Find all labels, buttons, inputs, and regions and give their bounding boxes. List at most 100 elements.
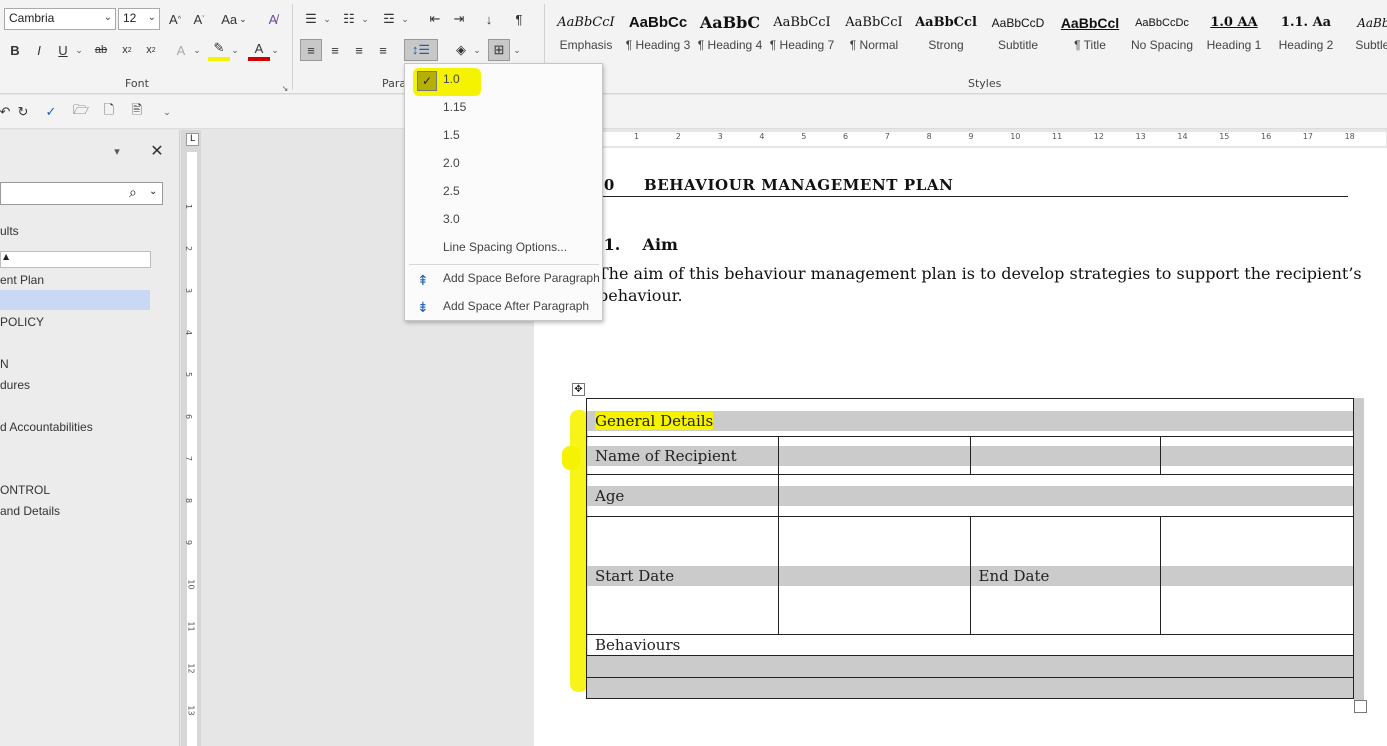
open-folder-icon[interactable]: 🗁: [70, 101, 92, 123]
chevron-down-icon[interactable]: ▾: [110, 140, 124, 162]
font-size-value: 12: [123, 11, 137, 25]
style-tile[interactable]: AaBbC Subtle E: [1342, 8, 1387, 58]
table-row[interactable]: Behaviours: [586, 634, 1354, 656]
text-effects-icon[interactable]: A: [170, 39, 192, 61]
decrease-indent-icon[interactable]: ⇤: [424, 8, 446, 30]
table-cell[interactable]: [1160, 516, 1354, 635]
chevron-down-icon[interactable]: ⌄: [104, 12, 112, 23]
superscript-button[interactable]: x2: [140, 39, 162, 61]
spelling-icon[interactable]: ✓: [40, 101, 62, 123]
chevron-down-icon[interactable]: ⌄: [230, 39, 240, 61]
table-row[interactable]: [586, 655, 1354, 678]
italic-button[interactable]: I: [28, 39, 50, 61]
search-input[interactable]: ⌕ ⌄: [0, 182, 163, 205]
close-icon[interactable]: ✕: [146, 140, 168, 162]
bold-button[interactable]: B: [4, 39, 26, 61]
table-row[interactable]: [586, 677, 1354, 699]
style-tile[interactable]: AaBbCc ¶ Heading 3: [622, 8, 694, 58]
nav-heading-item[interactable]: dures: [0, 378, 30, 392]
align-center-button[interactable]: ≡: [324, 39, 346, 61]
grow-font-button[interactable]: A ^: [164, 8, 186, 30]
strikethrough-button[interactable]: ab: [90, 39, 112, 61]
table-cell[interactable]: [777, 474, 1355, 517]
table-move-handle-icon[interactable]: ✥: [572, 383, 585, 396]
chevron-down-icon[interactable]: ⌄: [322, 8, 332, 30]
style-tile[interactable]: 1.1. Aa Heading 2: [1270, 8, 1342, 58]
font-color-icon[interactable]: A: [248, 39, 270, 61]
table-row[interactable]: General Details: [586, 398, 1354, 437]
nav-heading-item[interactable]: and Details: [0, 504, 60, 518]
style-tile[interactable]: AaBbCcD Subtitle: [982, 8, 1054, 58]
style-tile[interactable]: AaBbCcDc No Spacing: [1126, 8, 1198, 58]
numbering-icon[interactable]: ☷: [338, 8, 360, 30]
document-page[interactable]: .0 BEHAVIOUR MANAGEMENT PLAN .1. Aim The…: [534, 148, 1387, 746]
font-size-combo[interactable]: 12 ⌄: [118, 8, 160, 30]
table-cell[interactable]: Start Date: [586, 516, 779, 635]
table-cell[interactable]: End Date: [969, 516, 1162, 635]
nav-heading-item[interactable]: ONTROL: [0, 483, 50, 497]
shading-icon[interactable]: ◈: [450, 39, 472, 61]
search-icon[interactable]: ⌕: [129, 185, 137, 201]
headings-filter-box[interactable]: ▲: [0, 251, 151, 268]
line-spacing-button[interactable]: ↕☰: [404, 39, 438, 61]
chevron-down-icon[interactable]: ⌄: [192, 39, 202, 61]
chevron-down-icon[interactable]: ⌄: [74, 39, 84, 61]
highlight-icon[interactable]: ✎: [208, 39, 230, 61]
pilcrow-icon[interactable]: ¶: [508, 8, 530, 30]
add-space-after-item[interactable]: Add Space After Paragraph: [405, 293, 602, 319]
line-spacing-option[interactable]: 2.5: [405, 178, 602, 204]
nav-heading-item[interactable]: ent Plan: [0, 273, 44, 287]
change-case-button[interactable]: Aa ⌄: [218, 8, 250, 30]
add-space-before-item[interactable]: Add Space Before Paragraph: [405, 265, 602, 291]
line-spacing-option[interactable]: 1.0: [405, 66, 602, 92]
subscript-button[interactable]: x2: [116, 39, 138, 61]
table-cell[interactable]: [777, 436, 971, 475]
style-tile[interactable]: AaBbC ¶ Heading 4: [694, 8, 766, 58]
shrink-font-button[interactable]: Aˇ: [188, 8, 210, 30]
borders-icon[interactable]: ⊞: [488, 39, 510, 61]
style-tile[interactable]: AaBbCcl Strong: [910, 8, 982, 58]
table-resize-handle[interactable]: [1354, 700, 1367, 713]
chevron-down-icon[interactable]: ⌄: [360, 8, 370, 30]
table-cell[interactable]: [969, 436, 1162, 475]
font-name-combo[interactable]: Cambria ⌄: [4, 8, 116, 30]
new-document-icon[interactable]: 🗋: [98, 101, 120, 123]
nav-heading-item[interactable]: POLICY: [0, 315, 44, 329]
line-spacing-options-link[interactable]: Line Spacing Options...: [405, 234, 602, 260]
clear-formatting-icon[interactable]: A̸: [262, 8, 284, 30]
redo-icon[interactable]: ↻: [12, 101, 34, 123]
table-cell[interactable]: [1160, 436, 1354, 475]
justify-button[interactable]: ≡: [372, 39, 394, 61]
bullets-icon[interactable]: ☰: [300, 8, 322, 30]
line-spacing-option[interactable]: 1.5: [405, 122, 602, 148]
multilevel-list-icon[interactable]: ☲: [378, 8, 400, 30]
table-cell[interactable]: [777, 516, 971, 635]
line-spacing-option[interactable]: 2.0: [405, 150, 602, 176]
table-cell[interactable]: Name of Recipient: [586, 436, 779, 475]
style-tile[interactable]: AaBbCcl ¶ Title: [1054, 8, 1126, 58]
align-right-button[interactable]: ≡: [348, 39, 370, 61]
chevron-down-icon[interactable]: ⌄: [148, 12, 156, 23]
style-tile[interactable]: AaBbCcI ¶ Normal: [838, 8, 910, 58]
style-tile[interactable]: 1.0 AA Heading 1: [1198, 8, 1270, 58]
line-spacing-option[interactable]: 3.0: [405, 206, 602, 232]
chevron-down-icon[interactable]: ⌄: [472, 39, 482, 61]
line-spacing-option[interactable]: 1.15: [405, 94, 602, 120]
chevron-down-icon[interactable]: ⌄: [400, 8, 410, 30]
print-preview-icon[interactable]: 🖹: [126, 101, 148, 123]
nav-heading-item[interactable]: N: [0, 357, 9, 371]
sort-icon[interactable]: ↓: [478, 8, 500, 30]
underline-button[interactable]: U: [52, 39, 74, 61]
nav-heading-item[interactable]: d Accountabilities: [0, 420, 93, 434]
style-tile[interactable]: AaBbCcI Emphasis: [550, 8, 622, 58]
customize-toolbar-icon[interactable]: ⌄: [162, 101, 172, 123]
tab-selector[interactable]: L: [186, 133, 199, 146]
chevron-down-icon[interactable]: ⌄: [270, 39, 280, 61]
table-cell[interactable]: Age: [586, 474, 779, 517]
chevron-down-icon[interactable]: ⌄: [149, 186, 157, 197]
align-left-button[interactable]: ≡: [300, 39, 322, 61]
style-tile[interactable]: AaBbCcI ¶ Heading 7: [766, 8, 838, 58]
chevron-down-icon[interactable]: ⌄: [512, 39, 522, 61]
increase-indent-icon[interactable]: ⇥: [448, 8, 470, 30]
nav-heading-item[interactable]: ults: [0, 224, 19, 238]
